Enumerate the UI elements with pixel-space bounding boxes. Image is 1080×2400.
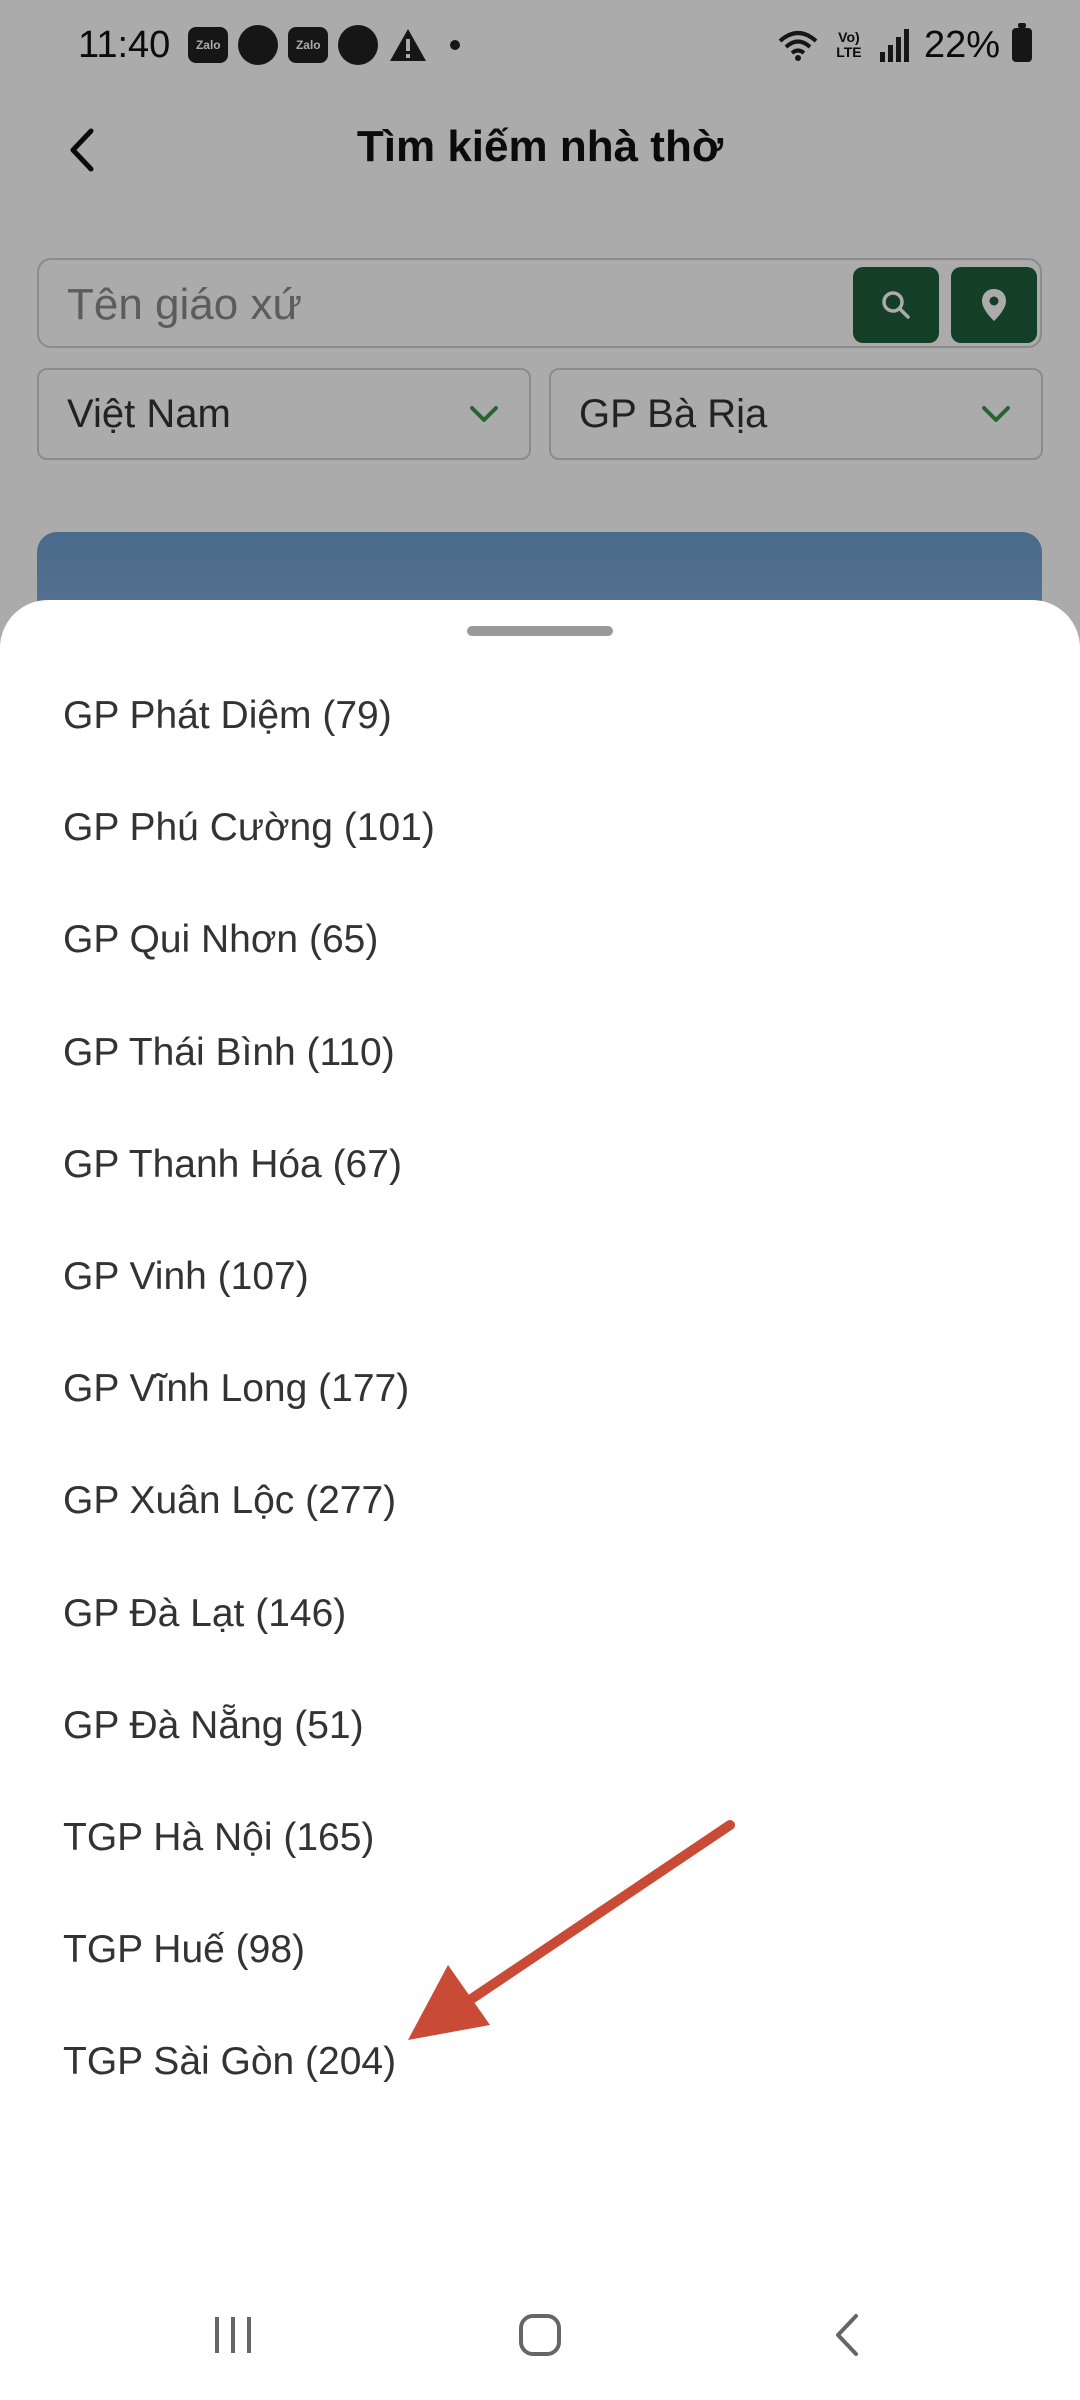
home-icon [518,2314,561,2356]
diocese-option[interactable]: GP Phát Diệm (79) [0,660,1080,772]
chevron-left-icon [835,2314,858,2356]
diocese-option[interactable]: GP Thanh Hóa (67) [0,1109,1080,1221]
recent-apps-icon [215,2317,252,2353]
diocese-option[interactable]: GP Xuân Lộc (277) [0,1445,1080,1557]
diocese-option[interactable]: GP Thái Bình (110) [0,997,1080,1109]
recent-apps-button[interactable] [173,2290,293,2380]
diocese-option[interactable]: TGP Huế (98) [0,1894,1080,2006]
diocese-option[interactable]: GP Vinh (107) [0,1221,1080,1333]
diocese-bottom-sheet: GP Phát Diệm (79) GP Phú Cường (101) GP … [0,600,1080,2400]
sheet-drag-handle[interactable] [467,626,613,636]
diocese-option[interactable]: GP Đà Nẵng (51) [0,1670,1080,1782]
diocese-option[interactable]: GP Đà Lạt (146) [0,1558,1080,1670]
home-button[interactable] [480,2290,600,2380]
diocese-option-list: GP Phát Diệm (79) GP Phú Cường (101) GP … [0,660,1080,2118]
diocese-option[interactable]: GP Qui Nhơn (65) [0,884,1080,996]
nav-back-button[interactable] [787,2290,907,2380]
system-nav-bar [0,2270,1080,2400]
diocese-option[interactable]: TGP Sài Gòn (204) [0,2006,1080,2118]
diocese-option[interactable]: GP Phú Cường (101) [0,772,1080,884]
diocese-option[interactable]: GP Vĩnh Long (177) [0,1333,1080,1445]
diocese-option[interactable]: TGP Hà Nội (165) [0,1782,1080,1894]
